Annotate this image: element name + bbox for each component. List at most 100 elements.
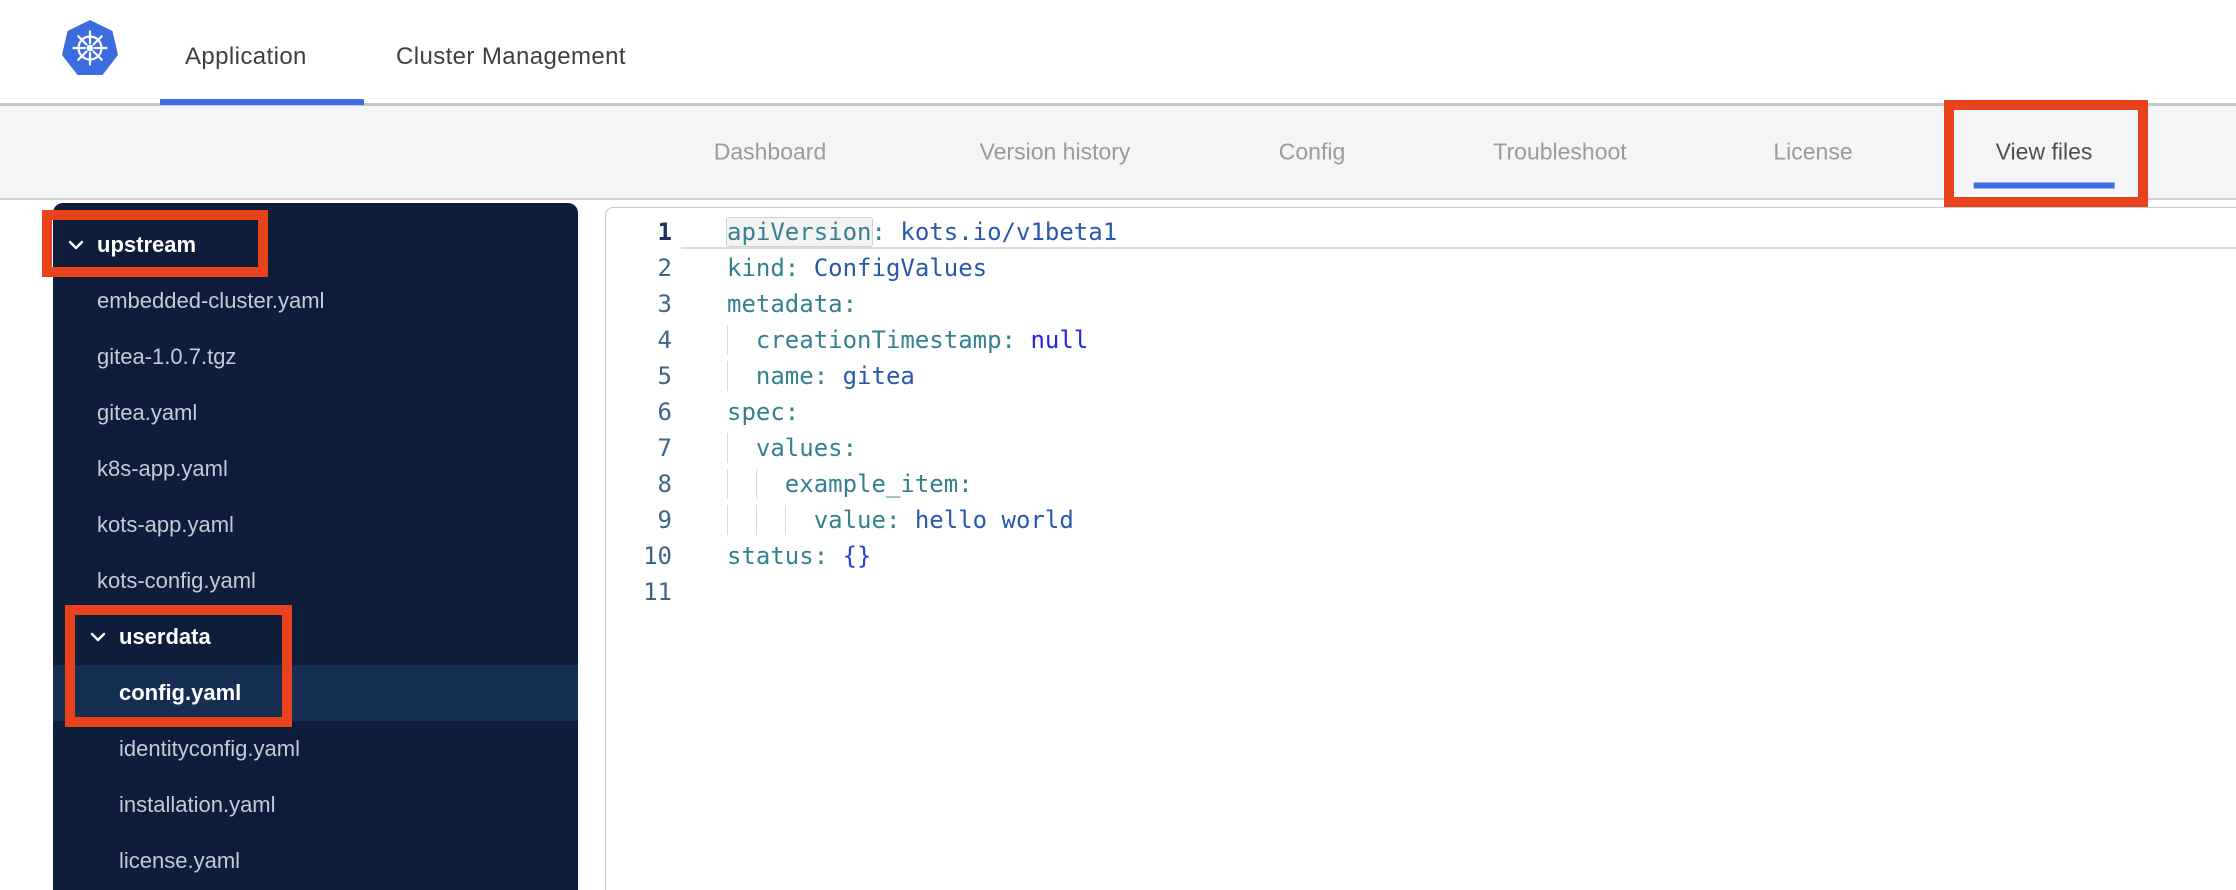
code-line: name: gitea (727, 358, 2236, 394)
code-token: : (842, 434, 858, 462)
tab-troubleshoot[interactable]: Troubleshoot (1493, 139, 1626, 166)
subnav: Dashboard Version history Config Troublesho… (0, 105, 2236, 200)
tree-item-label: gitea-1.0.7.tgz (97, 344, 237, 369)
tree-item-installation-yaml[interactable]: installation.yaml (53, 777, 578, 833)
code-token: apiVersion (727, 218, 872, 246)
line-number: 3 (657, 290, 672, 318)
code-token: values (755, 434, 843, 462)
code-line: metadata: (727, 286, 2236, 322)
code-line: example_item: (727, 466, 2236, 502)
tree-item-label: config.yaml (119, 680, 242, 705)
code-token: creationTimestamp (755, 326, 1002, 354)
code-line: kind: ConfigValues (727, 250, 2236, 286)
code-line: values: (727, 430, 2236, 466)
code-token: example_item (784, 470, 959, 498)
code-text: kind: ConfigValues (727, 254, 987, 282)
code-token: {} (842, 542, 872, 570)
line-number: 8 (657, 470, 672, 498)
tree-item-label: gitea.yaml (97, 400, 198, 425)
code-lines: apiVersion: kots.io/v1beta1 kind: ConfigV… (681, 214, 2236, 890)
code-token: : (885, 506, 901, 534)
tree-item-upstream[interactable]: upstream (53, 217, 578, 273)
tree-item-identityconfig-yaml[interactable]: identityconfig.yaml (53, 721, 578, 777)
line-number: 11 (643, 578, 672, 606)
code-line: creationTimestamp: null (727, 322, 2236, 358)
code-token: spec (727, 398, 785, 426)
code-token: : (958, 470, 973, 498)
tree-item-label: license.yaml (119, 848, 241, 873)
tree-item-label: kots-app.yaml (97, 512, 234, 537)
code-token: value (813, 506, 886, 534)
code-text: values: (727, 434, 857, 462)
code-text: metadata: (727, 290, 857, 318)
code-text: value: hello world (727, 506, 1074, 534)
code-token: status (727, 542, 814, 570)
code-token: : (784, 254, 800, 282)
tree-item-embedded-cluster-yaml[interactable]: embedded-cluster.yaml (53, 273, 578, 329)
code-text: name: gitea (727, 362, 915, 390)
line-number: 10 (643, 542, 672, 570)
code-line: status: {} (727, 538, 2236, 574)
code-text: example_item: (727, 470, 973, 498)
line-number: 1 (657, 218, 672, 246)
code-token: ConfigValues (813, 254, 988, 282)
code-token: name (755, 362, 814, 390)
code-token: hello world (914, 506, 1074, 534)
tree-item-license-yaml[interactable]: license.yaml (53, 833, 578, 889)
code-line: apiVersion: kots.io/v1beta1 (681, 214, 2236, 250)
tab-license[interactable]: License (1773, 139, 1852, 166)
chevron-down-icon (68, 240, 84, 250)
code-token: kots.io/v1beta1 (900, 218, 1118, 246)
tree-item-label: identityconfig.yaml (119, 736, 300, 761)
tab-config[interactable]: Config (1279, 139, 1345, 166)
code-token: : (842, 290, 858, 318)
code-token: null (1030, 326, 1089, 354)
tree-item-k8s-app-yaml[interactable]: k8s-app.yaml (53, 441, 578, 497)
tree-item-gitea-1-0-7-tgz[interactable]: gitea-1.0.7.tgz (53, 329, 578, 385)
kubernetes-logo-icon (62, 20, 118, 75)
tree-item-label: embedded-cluster.yaml (97, 288, 325, 313)
tree-item-label: kots-config.yaml (97, 568, 256, 593)
tree-item-label: k8s-app.yaml (97, 456, 228, 481)
file-tree: upstream embedded-cluster.yaml gitea-1.0.7… (53, 203, 578, 890)
chevron-down-icon (90, 632, 106, 642)
code-line: spec: (727, 394, 2236, 430)
tree-item-config-yaml[interactable]: config.yaml (53, 665, 578, 721)
line-number: 2 (657, 254, 672, 282)
tab-application[interactable]: Application (185, 43, 307, 71)
code-token: : (813, 362, 829, 390)
line-number: 6 (657, 398, 672, 426)
code-token: : (813, 542, 829, 570)
tree-item-userdata[interactable]: userdata (53, 609, 578, 665)
tab-version-history[interactable]: Version history (980, 139, 1131, 166)
code-token: : (871, 218, 886, 246)
tree-item-label: installation.yaml (119, 792, 276, 817)
tab-view-files[interactable]: View files (1973, 139, 2115, 189)
code-token: kind (727, 254, 785, 282)
line-number: 5 (657, 362, 672, 390)
code-text: creationTimestamp: null (727, 326, 1088, 354)
yaml-editor[interactable]: 1 2 3 4 5 6 7 8 9 10 11 apiVersion: kots.io/v1beta… (605, 207, 2236, 890)
line-number: 4 (657, 326, 672, 354)
line-number: 7 (657, 434, 672, 462)
kots-admin-console: Application Cluster Management Dashboard… (0, 0, 2236, 890)
code-text: status: {} (727, 542, 872, 570)
tree-item-gitea-yaml[interactable]: gitea.yaml (53, 385, 578, 441)
tree-item-kots-app-yaml[interactable]: kots-app.yaml (53, 497, 578, 553)
editor-gutter: 1 2 3 4 5 6 7 8 9 10 11 (606, 214, 681, 890)
tab-cluster-management[interactable]: Cluster Management (396, 43, 626, 71)
line-number: 9 (657, 506, 672, 534)
code-token: gitea (842, 362, 915, 390)
code-text: apiVersion: kots.io/v1beta1 (727, 218, 1117, 246)
code-line: value: hello world (727, 502, 2236, 538)
code-token: : (784, 398, 800, 426)
tree-item-label: upstream (97, 232, 197, 257)
tab-dashboard[interactable]: Dashboard (714, 139, 827, 166)
app-header: Application Cluster Management (0, 0, 2236, 105)
code-token: : (1001, 326, 1016, 354)
tree-item-label: userdata (119, 624, 211, 649)
code-text: spec: (727, 398, 799, 426)
code-token: metadata (727, 290, 843, 318)
tree-item-kots-config-yaml[interactable]: kots-config.yaml (53, 553, 578, 609)
